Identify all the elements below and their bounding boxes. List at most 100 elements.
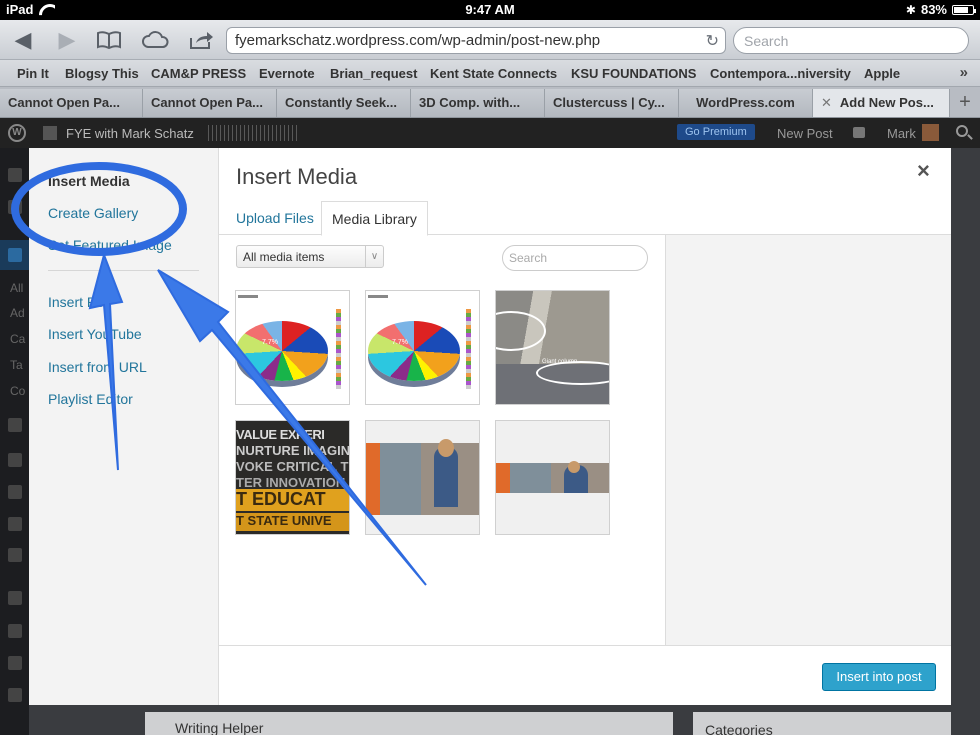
browser-tab[interactable]: WordPress.com bbox=[679, 89, 813, 117]
chevron-down-icon: ∨ bbox=[365, 246, 383, 267]
tab-upload-files[interactable]: Upload Files bbox=[226, 201, 324, 235]
media-router-tabs: Upload Files Media Library bbox=[219, 201, 951, 236]
browser-search-input[interactable]: Search bbox=[733, 27, 969, 54]
bookmark-item[interactable]: Contempora...niversity bbox=[710, 66, 851, 81]
pie-chart-image bbox=[236, 321, 328, 381]
bookmark-item[interactable]: Blogsy This bbox=[65, 66, 139, 81]
site-home-icon[interactable] bbox=[43, 126, 57, 140]
attachment-thumbnail[interactable]: Giant column bbox=[495, 290, 610, 405]
tab-label: Add New Pos... bbox=[839, 95, 934, 110]
bookmark-item[interactable]: Pin It bbox=[17, 66, 49, 81]
pie-chart-image bbox=[368, 321, 460, 381]
menu-playlist-editor[interactable]: Playlist Editor bbox=[48, 391, 133, 407]
video-person-head bbox=[438, 439, 454, 457]
admin-sidebar-label: All bbox=[10, 281, 24, 295]
avatar[interactable] bbox=[922, 124, 939, 141]
address-bar[interactable]: fyemarkschatz.wordpress.com/wp-admin/pos… bbox=[226, 27, 726, 54]
feedback-icon bbox=[8, 548, 22, 562]
user-menu-name[interactable]: Mark bbox=[887, 126, 916, 141]
video-frame bbox=[496, 461, 609, 493]
media-modal-menu: Insert Media Create Gallery Set Featured… bbox=[29, 148, 219, 705]
media-search-input[interactable]: Search bbox=[502, 245, 648, 271]
notifications-icon[interactable] bbox=[853, 127, 865, 138]
wordpress-logo-icon[interactable]: W bbox=[8, 124, 26, 142]
poster-line: VALUE EXPERI bbox=[236, 427, 325, 442]
browser-tab[interactable]: Cannot Open Pa... bbox=[143, 89, 277, 117]
more-bookmarks-chevron[interactable]: » bbox=[960, 64, 968, 81]
bookmark-item[interactable]: Kent State Connects bbox=[430, 66, 557, 81]
clock: 9:47 AM bbox=[465, 2, 515, 17]
icloud-tabs-icon[interactable] bbox=[140, 26, 170, 54]
tab-label: Cannot Open Pa... bbox=[8, 95, 120, 110]
search-icon[interactable] bbox=[956, 125, 968, 137]
menu-insert-from-url[interactable]: Insert from URL bbox=[48, 359, 147, 375]
writing-helper-panel: Writing Helper bbox=[145, 712, 673, 735]
browser-toolbar: ◀ ▶ fyemarkschatz.wordpress.com/wp-admin… bbox=[0, 20, 980, 60]
poster-line: T EDUCAT bbox=[236, 489, 349, 511]
attachment-thumbnail[interactable] bbox=[495, 420, 610, 535]
dashboard-icon bbox=[8, 168, 22, 182]
media-modal-toolbar: Insert into post bbox=[219, 645, 951, 705]
close-icon[interactable]: × bbox=[917, 158, 930, 184]
address-bar-url: fyemarkschatz.wordpress.com/wp-admin/pos… bbox=[235, 32, 601, 49]
chart-title-mark bbox=[238, 295, 258, 298]
users-icon bbox=[8, 624, 22, 638]
attachment-thumbnail[interactable]: VALUE EXPERI NURTURE IMAGIN VOKE CRITICA… bbox=[235, 420, 350, 535]
stats-icon bbox=[8, 418, 22, 432]
forward-arrow-icon[interactable]: ▶ bbox=[52, 26, 82, 54]
site-name-link[interactable]: FYE with Mark Schatz bbox=[66, 126, 194, 141]
new-tab-button[interactable]: + bbox=[950, 89, 980, 117]
attachment-thumbnail[interactable] bbox=[365, 420, 480, 535]
tools-icon bbox=[8, 656, 22, 670]
stats-sparkline[interactable] bbox=[208, 125, 298, 141]
menu-create-gallery[interactable]: Create Gallery bbox=[48, 205, 138, 221]
tab-media-library[interactable]: Media Library bbox=[321, 201, 428, 236]
bookmarks-bar: Pin It Blogsy This CAM&P PRESS Evernote … bbox=[0, 60, 980, 87]
bookmark-item[interactable]: Evernote bbox=[259, 66, 315, 81]
media-filter-value: All media items bbox=[243, 250, 325, 264]
categories-title: Categories bbox=[705, 722, 773, 735]
settings-icon bbox=[8, 688, 22, 702]
poster-line: T STATE UNIVE bbox=[236, 513, 349, 531]
insert-into-post-button[interactable]: Insert into post bbox=[822, 663, 936, 691]
menu-insert-poll[interactable]: Insert Poll bbox=[48, 294, 110, 310]
menu-set-featured-image[interactable]: Set Featured Image bbox=[48, 237, 172, 253]
admin-sidebar-label: Ta bbox=[10, 358, 23, 372]
bookmarks-book-icon[interactable] bbox=[94, 26, 124, 54]
tab-close-icon[interactable]: ✕ bbox=[821, 95, 832, 110]
bookmark-item[interactable]: Apple bbox=[864, 66, 900, 81]
tab-label: Cannot Open Pa... bbox=[151, 95, 263, 110]
store-icon bbox=[8, 200, 22, 214]
browser-tab[interactable]: 3D Comp. with... bbox=[411, 89, 545, 117]
bluetooth-icon: ✱ bbox=[905, 2, 916, 17]
bookmark-item[interactable]: CAM&P PRESS bbox=[151, 66, 246, 81]
bookmark-item[interactable]: Brian_request bbox=[330, 66, 417, 81]
browser-tabs-bar: Cannot Open Pa... Cannot Open Pa... Cons… bbox=[0, 87, 980, 118]
poster-line: NURTURE IMAGIN bbox=[236, 443, 350, 458]
menu-insert-youtube[interactable]: Insert YouTube bbox=[48, 326, 142, 342]
background-content-right bbox=[951, 148, 980, 735]
share-icon[interactable] bbox=[186, 26, 216, 54]
reload-icon[interactable]: ↻ bbox=[706, 31, 719, 51]
chart-legend-mark bbox=[336, 309, 341, 389]
media-filter-select[interactable]: All media items ∨ bbox=[236, 245, 384, 268]
admin-sidebar: All Ad Ca Ta Co bbox=[0, 148, 29, 735]
tab-label: WordPress.com bbox=[696, 95, 795, 110]
video-frame bbox=[366, 439, 479, 515]
wp-admin-bar: W FYE with Mark Schatz Go Premium New Po… bbox=[0, 118, 980, 148]
tab-label: Clustercuss | Cy... bbox=[553, 95, 665, 110]
browser-tab[interactable]: Clustercuss | Cy... bbox=[545, 89, 679, 117]
browser-tab[interactable]: Cannot Open Pa... bbox=[0, 89, 143, 117]
menu-insert-media[interactable]: Insert Media bbox=[48, 173, 130, 189]
chart-title-mark bbox=[368, 295, 388, 298]
new-post-link[interactable]: New Post bbox=[777, 126, 833, 141]
bookmark-item[interactable]: KSU FOUNDATIONS bbox=[571, 66, 696, 81]
menu-divider bbox=[48, 270, 199, 271]
browser-tab-active[interactable]: ✕ Add New Pos... bbox=[813, 89, 950, 117]
pie-slice-label: 7.7% bbox=[392, 339, 408, 346]
attachment-thumbnail[interactable]: 7.7% bbox=[365, 290, 480, 405]
browser-tab[interactable]: Constantly Seek... bbox=[277, 89, 411, 117]
attachment-thumbnail[interactable]: 7.7% bbox=[235, 290, 350, 405]
back-arrow-icon[interactable]: ◀ bbox=[8, 26, 38, 54]
go-premium-button[interactable]: Go Premium bbox=[677, 124, 755, 140]
